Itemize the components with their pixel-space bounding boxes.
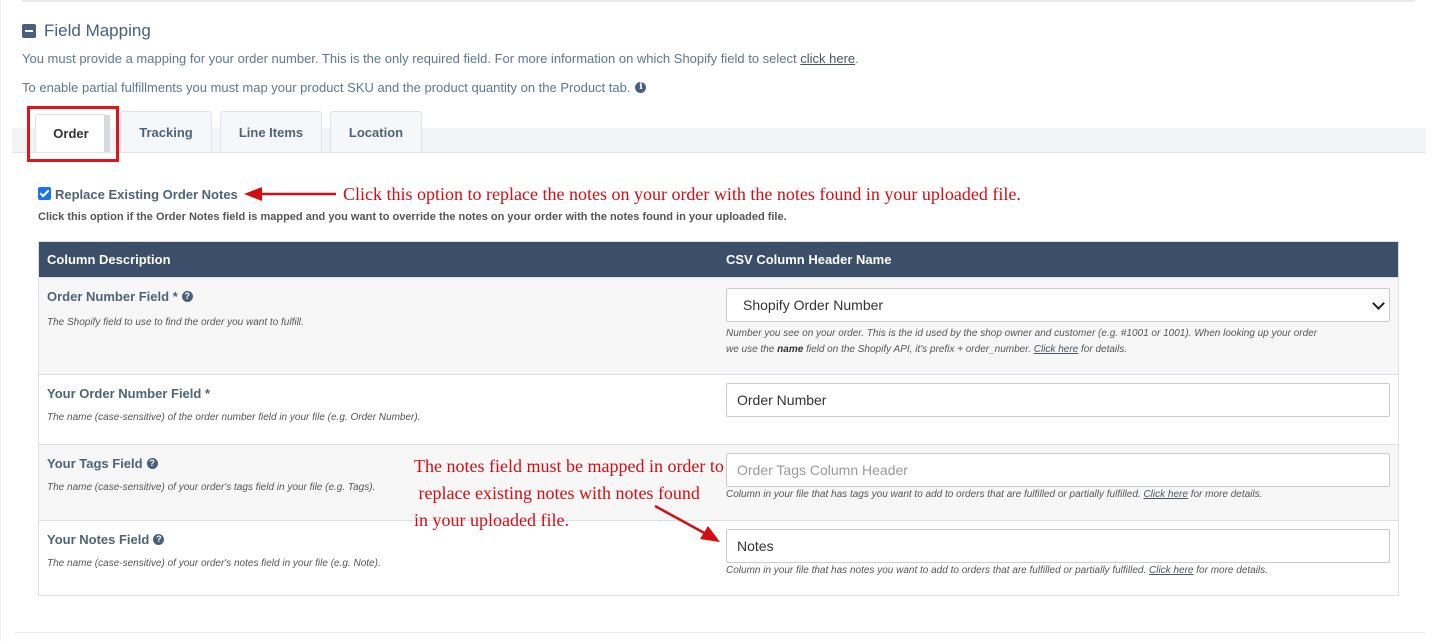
field-help: Column in your file that has tags you wa… [726,487,1262,503]
table-row: Order Number Field *? The Shopify field … [39,277,1398,374]
row-label-text: Order Number Field * [47,289,178,304]
field-help-line1: Number you see on your order. This is th… [726,328,1318,339]
help-question-icon[interactable]: ? [181,291,193,302]
table-row: Your Order Number Field * The name (case… [39,374,1398,444]
row-label-text: Your Notes Field [47,532,150,547]
collapse-minus-icon[interactable] [22,24,36,38]
click-here-link[interactable]: click here [800,51,855,66]
help-question-icon[interactable]: ? [153,534,165,545]
notes-field-input[interactable]: Notes [726,529,1390,563]
frame-left-border [0,0,1,641]
replace-notes-help: Click this option if the Order Notes fie… [38,211,787,223]
intro-text-order-number: You must provide a mapping for your orde… [22,51,859,66]
your-order-number-field-input[interactable]: Order Number [726,383,1390,417]
annotation-replace-notes: Click this option to replace the notes o… [343,184,1021,204]
tags-field-input[interactable]: Order Tags Column Header [726,453,1390,487]
help-text: we use the [726,344,775,355]
section-header[interactable]: Field Mapping [22,20,151,42]
intro-text-partial: To enable partial fulfillments you must … [22,80,647,95]
row-description: The name (case-sensitive) of the order n… [47,412,421,423]
field-help: Number you see on your order. This is th… [726,326,1317,358]
row-label: Your Order Number Field * [47,386,211,401]
tab-location[interactable]: Location [330,111,422,152]
chevron-down-icon [1372,297,1385,310]
replace-notes-label[interactable]: Replace Existing Order Notes [55,187,238,202]
help-question-icon[interactable]: ? [146,458,158,469]
click-here-link[interactable]: Click here [1149,565,1193,576]
frame-top-border [22,0,1414,2]
info-icon[interactable]: i [635,82,647,93]
annotation-line: The notes field must be mapped in order … [414,456,724,476]
section-title: Field Mapping [44,21,151,40]
row-label-text: Your Tags Field [47,456,143,471]
row-description: The name (case-sensitive) of your order'… [47,482,376,493]
tab-highlight-box [27,106,119,162]
csv-header-name-header: CSV Column Header Name [726,252,892,267]
help-text: for details. [1081,344,1128,355]
row-label: Order Number Field *? [47,289,193,304]
select-value: Shopify Order Number [743,297,884,313]
field-help-line2: we use the name field on the Shopify API… [726,342,1317,358]
click-here-link[interactable]: Click here [1034,344,1078,355]
row-label: Your Notes Field? [47,532,165,547]
tab-tracking[interactable]: Tracking [120,111,212,152]
frame-right-border [1414,0,1415,2]
help-text: for more details. [1190,489,1263,500]
intro-text: You must provide a mapping for your orde… [22,51,797,66]
table-header: Column Description CSV Column Header Nam… [39,242,1398,277]
click-here-link[interactable]: Click here [1143,489,1187,500]
tab-line-items[interactable]: Line Items [220,111,322,152]
annotation-arrow-down-right [654,504,720,542]
order-number-field-select[interactable]: Shopify Order Number [726,288,1390,322]
help-bold: name [777,344,804,355]
help-text: field on the Shopify API, it's prefix + … [806,344,1031,355]
annotation-arrow-left [244,187,336,201]
row-label: Your Tags Field? [47,456,158,471]
replace-notes-checkbox[interactable] [38,187,51,200]
column-description-header: Column Description [47,252,171,267]
help-text: Column in your file that has tags you wa… [726,489,1141,500]
help-text: for more details. [1196,565,1268,576]
row-description: The Shopify field to use to find the ord… [47,317,304,328]
field-help: Column in your file that has notes you w… [726,563,1268,579]
intro-text-2: To enable partial fulfillments you must … [22,80,631,95]
frame-bottom-border [14,632,1426,633]
row-description: The name (case-sensitive) of your order'… [47,558,381,569]
help-text: Column in your file that has notes you w… [726,565,1147,576]
